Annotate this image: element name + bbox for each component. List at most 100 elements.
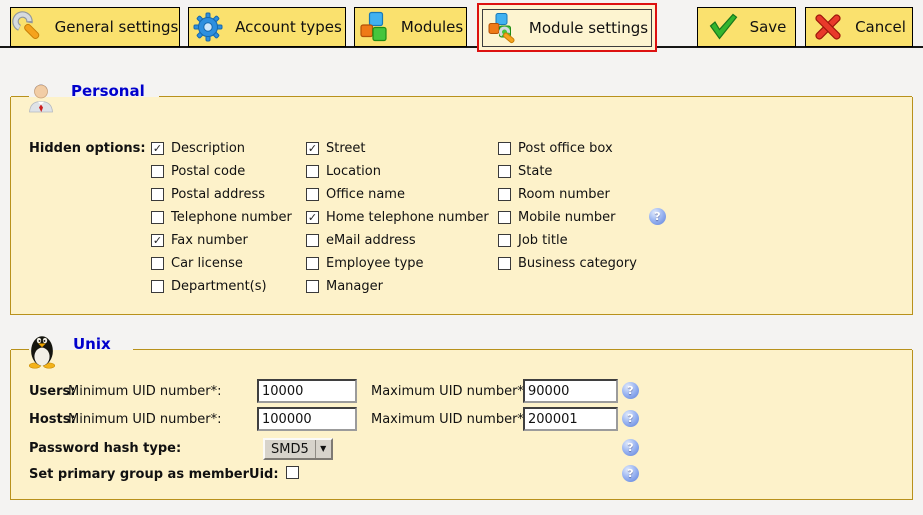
password-hash-label: Password hash type: [29,441,181,456]
member-uid-checkbox[interactable] [286,466,299,479]
option-label: Description [171,141,245,156]
hidden-option[interactable]: Telephone number [151,210,292,233]
checkbox[interactable] [498,234,511,247]
option-label: Room number [518,187,610,202]
hidden-option[interactable]: eMail address [306,233,489,256]
checkbox[interactable]: ✓ [151,142,164,155]
option-label: Car license [171,256,243,271]
option-label: Street [326,141,366,156]
users-max-uid-input[interactable] [523,379,618,403]
users-uid-row: Users: Minimum UID number*: Maximum UID … [11,379,912,405]
help-icon[interactable]: ? [649,208,666,225]
checkbox[interactable] [151,257,164,270]
checkbox[interactable] [151,280,164,293]
chevron-down-icon: ▼ [316,440,331,458]
module-settings-icon [486,12,518,44]
hidden-options-label: Hidden options: [29,141,146,156]
tab-module-settings[interactable]: Module settings [482,9,652,47]
tab-modules[interactable]: Modules [354,7,467,47]
password-hash-value: SMD5 [265,442,315,457]
hidden-option[interactable]: Room number [498,187,637,210]
person-icon [25,81,57,113]
modules-icon [358,11,390,43]
checkbox[interactable] [151,211,164,224]
checkbox[interactable] [498,257,511,270]
hidden-option[interactable]: Postal address [151,187,292,210]
option-label: Business category [518,256,637,271]
checkbox[interactable]: ✓ [306,211,319,224]
wrench-icon [12,11,44,43]
max-uid-label: Maximum UID number*: [371,412,528,427]
tab-label: Account types [235,18,342,36]
hidden-option[interactable]: ✓ Street [306,141,489,164]
hidden-option[interactable]: Location [306,164,489,187]
unix-title: Unix [73,335,111,353]
tab-label: Module settings [529,19,648,37]
hidden-option[interactable]: Car license [151,256,292,279]
checkbox[interactable]: ✓ [151,234,164,247]
hidden-option[interactable]: ✓Fax number [151,233,292,256]
max-uid-label: Maximum UID number*: [371,384,528,399]
checkbox[interactable]: ✓ [306,142,319,155]
help-icon[interactable]: ? [622,382,639,399]
option-label: Postal code [171,164,245,179]
checkbox[interactable] [498,165,511,178]
checkbox[interactable] [306,188,319,201]
tab-general-settings[interactable]: General settings [10,7,180,47]
personal-border-segment [159,96,912,97]
member-uid-label: Set primary group as memberUid: [29,467,279,482]
min-uid-label: Minimum UID number*: [68,384,222,399]
option-label: Postal address [171,187,265,202]
password-hash-select[interactable]: SMD5 ▼ [263,438,333,460]
unix-legend: Unix [25,330,111,370]
option-label: Telephone number [171,210,292,225]
checkbox[interactable] [151,165,164,178]
hosts-max-uid-input[interactable] [523,407,618,431]
hidden-option[interactable]: ✓Home telephone number [306,210,489,233]
checkbox[interactable] [306,234,319,247]
hidden-option[interactable]: Department(s) [151,279,292,302]
option-label: Department(s) [171,279,267,294]
hidden-option[interactable]: Mobile number? [498,210,637,233]
save-button[interactable]: Save [697,7,796,47]
option-label: Office name [326,187,405,202]
min-uid-label: Minimum UID number*: [68,412,222,427]
help-icon[interactable]: ? [622,465,639,482]
gear-icon [192,11,224,43]
checkbox[interactable] [306,280,319,293]
tab-label: General settings [55,18,179,36]
hidden-option[interactable]: Postal code [151,164,292,187]
personal-title: Personal [71,82,145,100]
checkmark-icon [707,11,739,43]
hidden-options-column-2: ✓ Street LocationOffice name ✓Home telephon… [306,141,489,302]
help-icon[interactable]: ? [622,410,639,427]
cancel-button[interactable]: Cancel [805,7,913,47]
checkbox[interactable] [498,211,511,224]
hidden-option[interactable]: State [498,164,637,187]
hidden-option[interactable]: Job title [498,233,637,256]
checkbox[interactable] [498,188,511,201]
hosts-min-uid-input[interactable] [257,407,357,431]
hidden-option[interactable]: Post office box [498,141,637,164]
users-min-uid-input[interactable] [257,379,357,403]
option-label: Employee type [326,256,424,271]
help-icon[interactable]: ? [622,439,639,456]
option-label: Manager [326,279,383,294]
checkbox[interactable] [151,188,164,201]
checkbox[interactable] [306,257,319,270]
tab-label: Modules [401,18,463,36]
hidden-option[interactable]: Office name [306,187,489,210]
hidden-option[interactable]: Employee type [306,256,489,279]
personal-section: Personal Hidden options: ✓DescriptionPos… [10,97,913,315]
hidden-option[interactable]: Manager [306,279,489,302]
password-hash-row: Password hash type: SMD5 ▼ ? [11,436,912,462]
unix-border-segment [133,349,912,350]
personal-legend: Personal [25,80,145,114]
hidden-option[interactable]: Business category [498,256,637,279]
hidden-options-column-1: ✓ Description Postal code Postal address Tel… [151,141,292,302]
checkbox[interactable] [306,165,319,178]
tab-account-types[interactable]: Account types [188,7,346,47]
tux-penguin-icon [25,331,59,369]
hidden-option[interactable]: ✓ Description [151,141,292,164]
checkbox[interactable] [498,142,511,155]
